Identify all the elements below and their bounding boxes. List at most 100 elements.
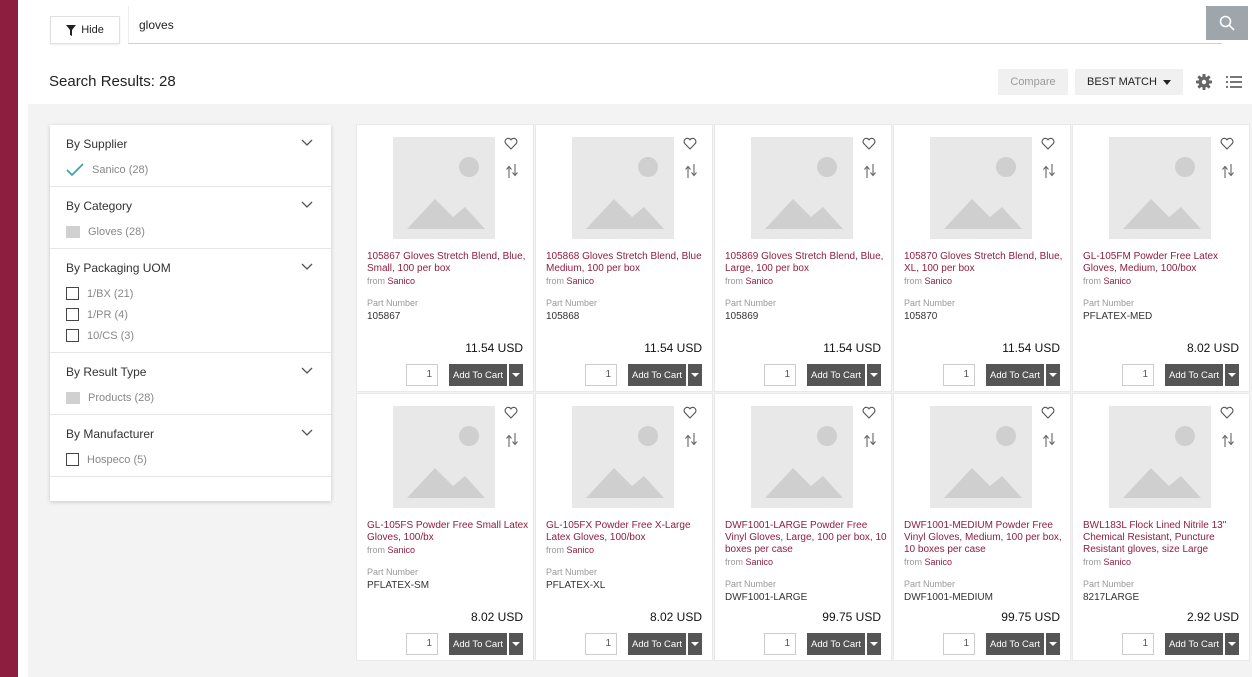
filter-checkbox[interactable] — [66, 308, 79, 321]
quantity-input[interactable]: 1 — [406, 364, 438, 386]
search-input[interactable] — [139, 16, 1039, 34]
heart-icon[interactable] — [1220, 406, 1234, 420]
compare-icon[interactable] — [863, 432, 877, 448]
product-name-link[interactable]: BWL183L Flock Lined Nitrile 13" Chemical… — [1083, 520, 1245, 556]
heart-icon[interactable] — [862, 137, 876, 151]
add-to-cart-button[interactable]: Add To Cart — [986, 633, 1044, 655]
product-name-link[interactable]: GL-105FX Powder Free X-Large Latex Glove… — [546, 520, 708, 544]
add-to-cart-dropdown[interactable] — [688, 364, 702, 386]
add-to-cart-dropdown[interactable] — [1046, 633, 1060, 655]
add-to-cart-dropdown[interactable] — [867, 364, 881, 386]
heart-icon[interactable] — [1041, 137, 1055, 151]
settings-button[interactable] — [1195, 73, 1213, 91]
add-to-cart-button[interactable]: Add To Cart — [628, 364, 686, 386]
filter-option[interactable]: Gloves (28) — [50, 221, 331, 242]
supplier-link[interactable]: Sanico — [1104, 276, 1132, 286]
heart-icon[interactable] — [504, 406, 518, 420]
product-image-placeholder[interactable] — [751, 406, 853, 508]
quantity-input[interactable]: 1 — [764, 364, 796, 386]
add-to-cart-dropdown[interactable] — [509, 364, 523, 386]
quantity-input[interactable]: 1 — [943, 633, 975, 655]
compare-icon[interactable] — [684, 432, 698, 448]
filter-checkbox[interactable] — [66, 329, 79, 342]
compare-button[interactable]: Compare — [998, 69, 1068, 95]
list-view-button[interactable] — [1225, 73, 1243, 91]
filter-title[interactable]: By Result Type — [50, 353, 331, 387]
heart-icon[interactable] — [1220, 137, 1234, 151]
product-name-link[interactable]: DWF1001-MEDIUM Powder Free Vinyl Gloves,… — [904, 520, 1066, 556]
quantity-input[interactable]: 1 — [585, 633, 617, 655]
filter-checkbox[interactable] — [66, 287, 79, 300]
heart-icon[interactable] — [862, 406, 876, 420]
add-to-cart-dropdown[interactable] — [1225, 364, 1239, 386]
product-name-link[interactable]: DWF1001-LARGE Powder Free Vinyl Gloves, … — [725, 520, 887, 556]
add-to-cart-dropdown[interactable] — [509, 633, 523, 655]
filter-title[interactable]: By Supplier — [50, 125, 331, 159]
product-image-placeholder[interactable] — [393, 406, 495, 508]
filter-option[interactable]: 10/CS (3) — [50, 325, 331, 346]
quantity-input[interactable]: 1 — [943, 364, 975, 386]
compare-icon[interactable] — [1221, 432, 1235, 448]
heart-icon[interactable] — [683, 137, 697, 151]
supplier-link[interactable]: Sanico — [925, 557, 953, 567]
add-to-cart-dropdown[interactable] — [1225, 633, 1239, 655]
heart-icon[interactable] — [504, 137, 518, 151]
product-name-link[interactable]: 105868 Gloves Stretch Blend, Blue Medium… — [546, 251, 708, 275]
product-name-link[interactable]: GL-105FM Powder Free Latex Gloves, Mediu… — [1083, 251, 1245, 275]
hide-filters-button[interactable]: Hide — [50, 16, 120, 44]
quantity-input[interactable]: 1 — [406, 633, 438, 655]
product-image-placeholder[interactable] — [930, 137, 1032, 239]
product-image-placeholder[interactable] — [751, 137, 853, 239]
add-to-cart-button[interactable]: Add To Cart — [807, 364, 865, 386]
filter-option[interactable]: 1/BX (21) — [50, 283, 331, 304]
compare-icon[interactable] — [863, 163, 877, 179]
compare-icon[interactable] — [1042, 163, 1056, 179]
product-image-placeholder[interactable] — [1109, 406, 1211, 508]
add-to-cart-button[interactable]: Add To Cart — [1165, 633, 1223, 655]
add-to-cart-button[interactable]: Add To Cart — [807, 633, 865, 655]
compare-icon[interactable] — [505, 163, 519, 179]
product-name-link[interactable]: 105867 Gloves Stretch Blend, Blue, Small… — [367, 251, 529, 275]
filter-option[interactable]: Hospeco (5) — [50, 449, 331, 470]
compare-icon[interactable] — [1221, 163, 1235, 179]
add-to-cart-dropdown[interactable] — [1046, 364, 1060, 386]
sort-dropdown[interactable]: BEST MATCH — [1075, 69, 1183, 95]
supplier-link[interactable]: Sanico — [1104, 557, 1132, 567]
supplier-link[interactable]: Sanico — [746, 557, 774, 567]
filter-title[interactable]: By Manufacturer — [50, 415, 331, 449]
product-image-placeholder[interactable] — [572, 406, 674, 508]
filter-title[interactable]: By Packaging UOM — [50, 249, 331, 283]
quantity-input[interactable]: 1 — [764, 633, 796, 655]
product-image-placeholder[interactable] — [930, 406, 1032, 508]
quantity-input[interactable]: 1 — [585, 364, 617, 386]
quantity-input[interactable]: 1 — [1122, 364, 1154, 386]
add-to-cart-button[interactable]: Add To Cart — [449, 364, 507, 386]
supplier-link[interactable]: Sanico — [925, 276, 953, 286]
add-to-cart-dropdown[interactable] — [688, 633, 702, 655]
product-name-link[interactable]: 105870 Gloves Stretch Blend, Blue, XL, 1… — [904, 251, 1066, 275]
filter-option[interactable]: 1/PR (4) — [50, 304, 331, 325]
add-to-cart-button[interactable]: Add To Cart — [628, 633, 686, 655]
filter-title[interactable]: By Category — [50, 187, 331, 221]
filter-checkbox[interactable] — [66, 453, 79, 466]
supplier-link[interactable]: Sanico — [388, 276, 416, 286]
supplier-link[interactable]: Sanico — [746, 276, 774, 286]
add-to-cart-button[interactable]: Add To Cart — [1165, 364, 1223, 386]
filter-option[interactable]: Sanico (28) — [50, 159, 331, 180]
supplier-link[interactable]: Sanico — [567, 545, 595, 555]
compare-icon[interactable] — [505, 432, 519, 448]
compare-icon[interactable] — [684, 163, 698, 179]
heart-icon[interactable] — [683, 406, 697, 420]
search-button[interactable] — [1206, 6, 1248, 40]
filter-option[interactable]: Products (28) — [50, 387, 331, 408]
product-image-placeholder[interactable] — [1109, 137, 1211, 239]
supplier-link[interactable]: Sanico — [388, 545, 416, 555]
add-to-cart-button[interactable]: Add To Cart — [449, 633, 507, 655]
product-name-link[interactable]: GL-105FS Powder Free Small Latex Gloves,… — [367, 520, 529, 544]
add-to-cart-dropdown[interactable] — [867, 633, 881, 655]
quantity-input[interactable]: 1 — [1122, 633, 1154, 655]
compare-icon[interactable] — [1042, 432, 1056, 448]
product-name-link[interactable]: 105869 Gloves Stretch Blend, Blue, Large… — [725, 251, 887, 275]
supplier-link[interactable]: Sanico — [567, 276, 595, 286]
add-to-cart-button[interactable]: Add To Cart — [986, 364, 1044, 386]
